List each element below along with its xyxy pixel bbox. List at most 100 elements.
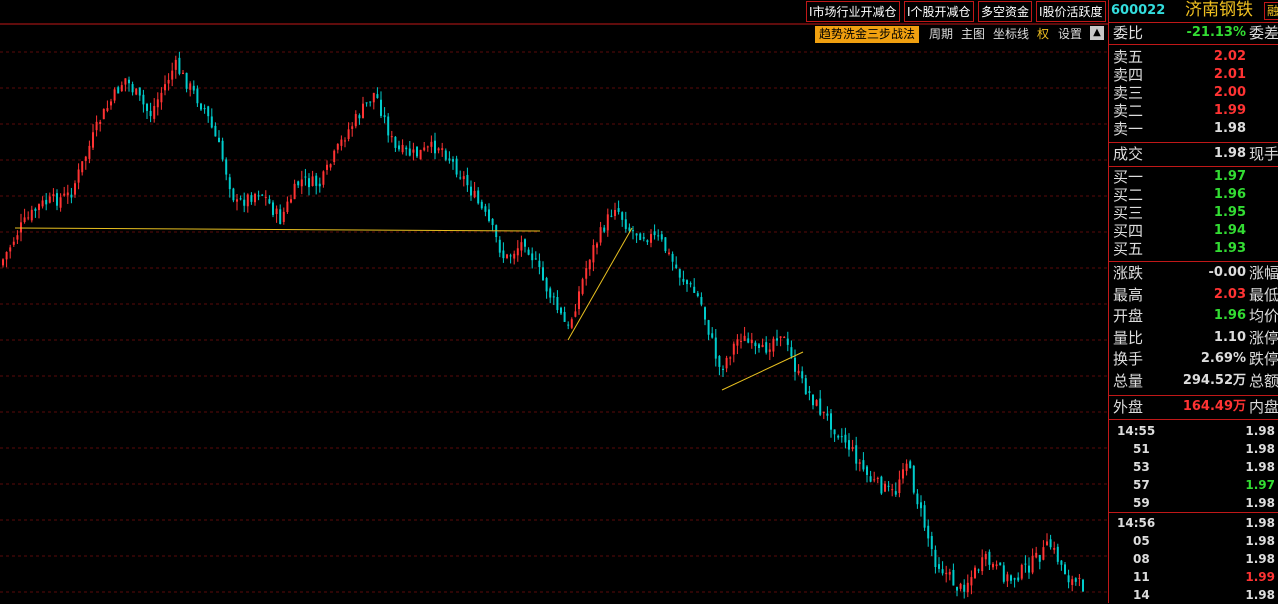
candle-body (477, 190, 480, 204)
tick-price: 1.98 (1245, 424, 1275, 438)
candle-body (1060, 560, 1063, 565)
stat-value: -0.00 (1208, 265, 1246, 280)
candle-body (930, 536, 933, 550)
settings-button[interactable]: 设置 (1058, 26, 1082, 43)
tick-time: 14:55 (1117, 424, 1156, 438)
candle-body (920, 502, 922, 509)
candle-body (1078, 577, 1081, 580)
candle-body (228, 177, 231, 190)
candle-body (340, 139, 343, 146)
candle-body (243, 199, 246, 206)
tick-time: 05 (1133, 534, 1150, 548)
stat-row: 换手 2.69% 跌停 (1109, 350, 1278, 368)
period-button[interactable]: 周期 (929, 26, 953, 43)
candle-body (77, 169, 80, 183)
candle-body (650, 234, 652, 243)
tick-time: 11 (1133, 570, 1150, 584)
candle-body (635, 233, 638, 236)
candle-body (347, 129, 350, 139)
trend-strategy-button[interactable]: 趋势洗金三步战法 (815, 26, 920, 43)
candle-body (272, 202, 274, 215)
candlestick-chart[interactable] (0, 0, 1108, 603)
candle-body (1002, 565, 1005, 582)
stat-value: 1.10 (1213, 329, 1246, 345)
stat-row: 量比 1.10 涨停 (1109, 329, 1278, 347)
candle-body (297, 181, 300, 186)
main-chart-button[interactable]: 主图 (961, 26, 985, 43)
candle-body (16, 235, 19, 240)
candle-body (322, 171, 325, 185)
candle-body (646, 240, 649, 243)
candle-body (203, 108, 206, 110)
tick-price: 1.98 (1245, 588, 1275, 602)
candle-body (948, 571, 951, 575)
margin-tag[interactable]: 融 (1264, 2, 1278, 20)
tick-row: 59 1.98 (1109, 494, 1278, 512)
candle-body (1013, 578, 1016, 580)
candle-body (560, 307, 562, 314)
candle-body (200, 103, 202, 110)
candle-body (232, 188, 235, 201)
candle-body (779, 336, 782, 338)
market-industry-position-button[interactable]: I市场行业开减仓 (806, 1, 900, 22)
stat-extra-label: 涨停 (1249, 328, 1278, 347)
stat-row: 总量 294.52万 总额 (1109, 372, 1278, 390)
tick-time: 57 (1133, 478, 1150, 492)
candle-body (300, 179, 303, 187)
candle-body (66, 192, 69, 196)
buy-level-price: 1.96 (1213, 187, 1246, 202)
trend-line-rise (567, 227, 633, 341)
candle-body (819, 398, 822, 415)
stock-header: 600022 济南钢铁 融 (1109, 1, 1278, 22)
candle-body (977, 569, 980, 571)
candle-body (945, 572, 948, 575)
candle-body (563, 312, 566, 322)
candle-body (160, 92, 163, 103)
stat-value: 2.03 (1213, 286, 1246, 302)
candle-body (588, 259, 591, 270)
candle-body (189, 83, 192, 90)
buy-level-label: 买四 (1113, 222, 1144, 240)
candle-body (959, 583, 962, 589)
candle-body (966, 582, 969, 593)
candle-body (988, 551, 991, 565)
candle-body (491, 218, 494, 226)
rights-button[interactable]: 权 (1037, 26, 1049, 43)
candle-body (513, 253, 516, 259)
candle-body (56, 193, 58, 206)
tick-price: 1.99 (1245, 570, 1275, 584)
candle-body (700, 297, 703, 305)
candle-body (5, 251, 8, 260)
deal-row: 成交 1.98 现手 (1109, 145, 1278, 163)
tick-row: 11 1.99 (1109, 568, 1278, 586)
candle-body (236, 199, 238, 202)
tick-separator (1109, 512, 1278, 513)
long-short-funds-button[interactable]: 多空资金 (978, 1, 1033, 22)
candle-body (581, 279, 584, 294)
buy-level-row: 买二 1.96 (1109, 186, 1278, 204)
candle-body (862, 460, 865, 470)
stat-label: 换手 (1113, 350, 1144, 368)
candle-body (826, 413, 829, 416)
candle-body (970, 577, 973, 586)
candle-body (610, 215, 613, 217)
candle-body (884, 483, 886, 492)
candle-body (146, 103, 148, 111)
sell-level-row: 卖二 1.99 (1109, 102, 1278, 120)
axis-line-button[interactable]: 坐标线 (993, 26, 1029, 43)
stock-position-button[interactable]: I个股开减仓 (904, 1, 974, 22)
candle-body (315, 175, 318, 186)
candle-body (542, 267, 544, 281)
candle-body (520, 242, 523, 251)
buy-level-label: 买五 (1113, 240, 1144, 258)
scroll-up-icon[interactable]: ▲ (1090, 26, 1104, 40)
price-activity-button[interactable]: I股价活跃度 (1036, 1, 1106, 22)
buy-level-label: 买二 (1113, 186, 1144, 204)
candle-body (124, 78, 127, 85)
kline-chart-area[interactable]: I市场行业开减仓 I个股开减仓 多空资金 I股价活跃度 趋势洗金三步战法 周期 … (0, 0, 1108, 603)
tick-time: 14 (1133, 588, 1150, 602)
candle-body (268, 199, 271, 204)
candle-body (383, 115, 386, 118)
candle-body (1046, 541, 1048, 546)
candle-body (455, 158, 458, 175)
